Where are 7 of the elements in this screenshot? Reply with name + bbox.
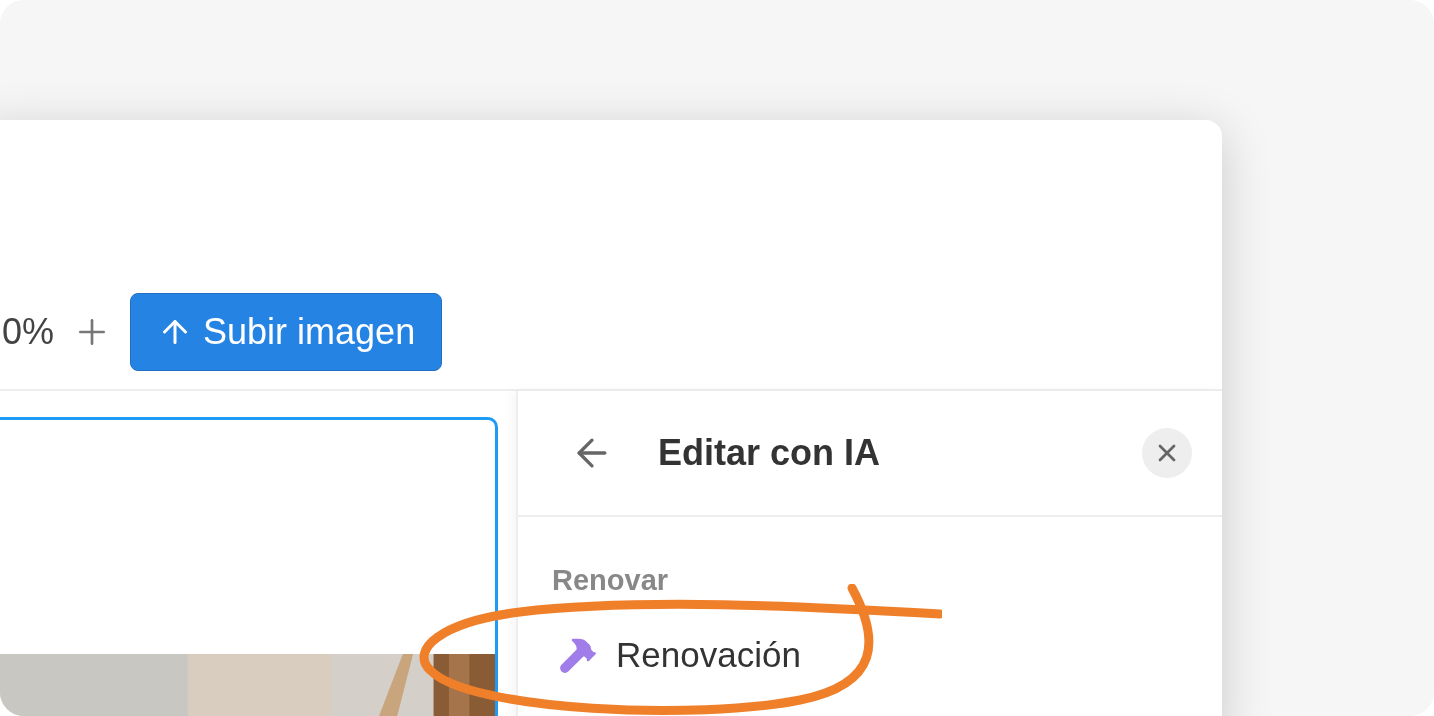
panel-title: Editar con IA: [658, 431, 881, 475]
close-button[interactable]: [1142, 428, 1192, 478]
image-canvas[interactable]: [0, 417, 498, 716]
zoom-level: 0%: [2, 310, 55, 354]
menu-item[interactable]: Renovación: [552, 628, 1222, 681]
upload-image-button[interactable]: Subir imagen: [130, 293, 443, 371]
section-heading: Renovar: [552, 563, 670, 598]
